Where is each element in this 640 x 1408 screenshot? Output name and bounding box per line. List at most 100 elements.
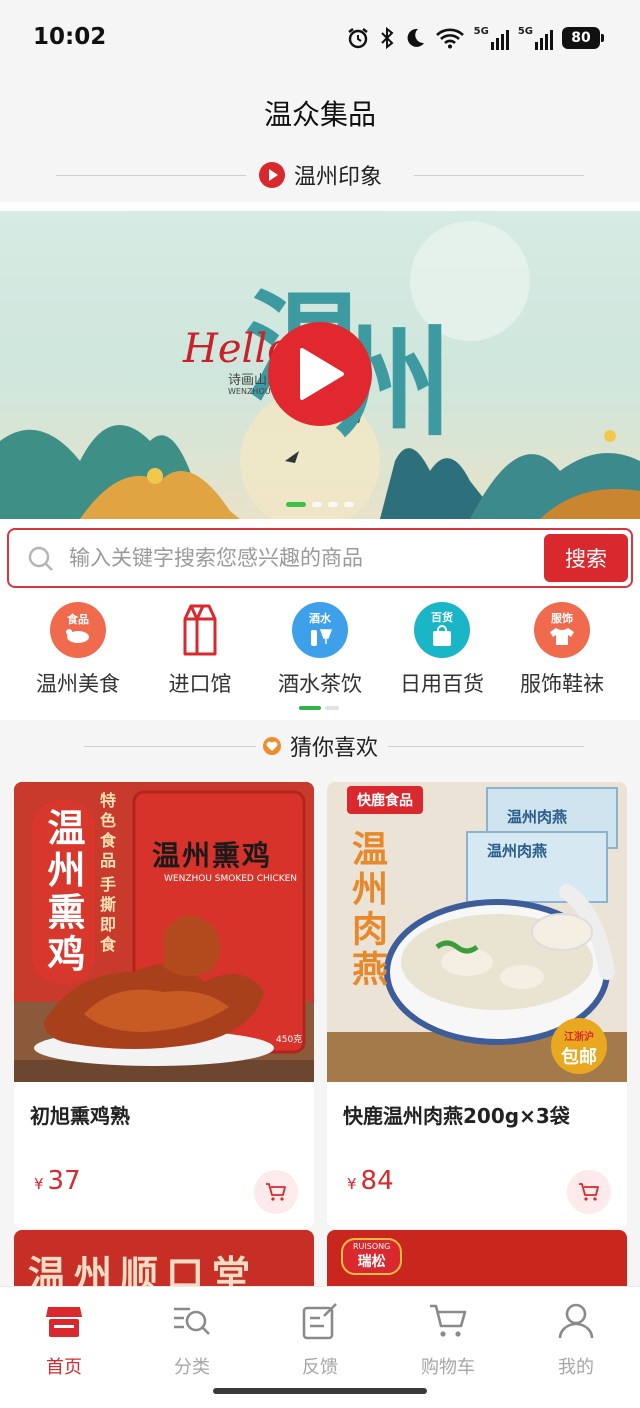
category-badge-daily: 百货: [431, 611, 453, 624]
cart-icon: [579, 1183, 599, 1201]
price-value: 84: [360, 1166, 394, 1196]
tab-label: 反馈: [302, 1357, 338, 1378]
food-icon: 食品: [50, 602, 106, 658]
product-image-pack-sub: WENZHOU SMOKED CHICKEN: [164, 874, 298, 884]
bluetooth-icon: [380, 26, 394, 50]
product-price: ¥ 37: [34, 1166, 81, 1196]
moon-icon: [407, 28, 424, 47]
category-wenzhou-food[interactable]: 食品 温州美食: [16, 598, 140, 702]
pager-dot: [328, 502, 338, 507]
product-image-tag-1: 特色食品: [97, 792, 116, 872]
product-image: 温州熏鸡 特色食品 手撕即食 温州熏鸡 WENZHOU SMOKED CHICK…: [14, 782, 314, 1082]
product-card-partial[interactable]: RUISONG 瑞松: [327, 1230, 627, 1286]
play-circle-icon: [258, 162, 285, 188]
tab-category[interactable]: 分类: [128, 1299, 256, 1379]
category-label: 日用百货: [400, 672, 484, 696]
status-time: 10:02: [33, 24, 107, 50]
cart-icon: [266, 1183, 286, 1201]
product-image-brand: 快鹿食品: [347, 786, 423, 814]
pager-dot: [312, 502, 322, 507]
pager-dot: [344, 502, 354, 507]
signal-2-icon: 5G: [518, 26, 553, 50]
product-image-pack-title: 温州熏鸡: [152, 839, 273, 872]
product-image-pack-title-1: 温州肉燕: [507, 808, 568, 826]
category-search-icon: [128, 1299, 256, 1343]
tab-feedback[interactable]: 反馈: [256, 1299, 384, 1379]
category-pager-active: [299, 706, 321, 710]
divider-left: [56, 175, 246, 176]
product-image-weight: 450克: [276, 1035, 303, 1045]
signal-2-label: 5G: [517, 26, 533, 37]
tab-label: 购物车: [421, 1357, 475, 1378]
product-image-brand-en: RUISONG: [353, 1242, 391, 1251]
tab-label: 我的: [558, 1357, 594, 1378]
divider-right: [388, 746, 584, 747]
signal-1-label: 5G: [473, 26, 489, 37]
status-icons: 5G 5G 80: [346, 24, 604, 52]
signal-1-icon: 5G: [474, 26, 509, 50]
category-daily-goods[interactable]: 百货 日用百货: [380, 598, 504, 702]
category-nav: 食品 温州美食 进口馆 酒水 酒水茶饮 百货 日用百货 服饰 服饰鞋袜: [0, 598, 640, 722]
product-image-brand: RUISONG 瑞松: [341, 1238, 403, 1275]
category-badge-food: 食品: [67, 613, 89, 626]
shopping-bag-icon: 百货: [414, 602, 470, 658]
category-pager: [299, 706, 339, 710]
product-card-partial[interactable]: 温州顺口堂: [14, 1230, 314, 1286]
page-title: 温众集品: [263, 98, 376, 131]
price-value: 37: [47, 1166, 81, 1196]
battery-icon: 80: [562, 27, 604, 49]
pager-dot-active: [286, 502, 306, 507]
category-pager-dot: [325, 706, 339, 710]
divider-left: [84, 746, 260, 747]
product-image-title: 温州顺口堂: [28, 1252, 259, 1286]
category-label: 进口馆: [168, 672, 232, 696]
product-price: ¥ 84: [347, 1166, 394, 1196]
battery-level: 80: [571, 30, 591, 46]
profile-icon: [512, 1299, 640, 1343]
cart-icon: [384, 1299, 512, 1343]
product-image-stamp-top: 江浙沪: [564, 1032, 594, 1043]
category-clothing[interactable]: 服饰 服饰鞋袜: [500, 598, 624, 702]
play-button[interactable]: [268, 322, 372, 426]
product-grid: 温州熏鸡 特色食品 手撕即食 温州熏鸡 WENZHOU SMOKED CHICK…: [0, 770, 640, 1286]
product-name: 初旭熏鸡熟: [30, 1104, 130, 1128]
video-section-heading: 温州印象: [0, 148, 640, 202]
product-card[interactable]: 快鹿食品 温州肉燕 温州肉燕 温州肉燕 江浙沪 包邮 快鹿温州肉燕200g×3袋…: [327, 782, 627, 1228]
add-to-cart-button[interactable]: [567, 1170, 611, 1214]
category-import[interactable]: 进口馆: [138, 598, 262, 702]
page-header: 温众集品: [0, 78, 640, 148]
shop-icon: [0, 1299, 128, 1343]
recommend-title: 猜你喜欢: [289, 736, 378, 761]
category-badge-drinks: 酒水: [309, 612, 331, 625]
banner-pager: [286, 502, 354, 507]
tab-label: 首页: [46, 1357, 82, 1378]
category-badge-clothing: 服饰: [551, 612, 573, 625]
milk-carton-icon: [172, 602, 228, 658]
tab-profile[interactable]: 我的: [512, 1299, 640, 1379]
price-currency: ¥: [347, 1175, 357, 1193]
feedback-icon: [256, 1299, 384, 1343]
product-card[interactable]: 温州熏鸡 特色食品 手撕即食 温州熏鸡 WENZHOU SMOKED CHICK…: [14, 782, 314, 1228]
search-bar: 搜索: [7, 528, 633, 588]
search-input[interactable]: [69, 540, 539, 576]
add-to-cart-button[interactable]: [254, 1170, 298, 1214]
clothes-icon: 服饰: [534, 602, 590, 658]
product-image-vertical-title: 温州熏鸡: [32, 800, 95, 984]
home-indicator[interactable]: [213, 1388, 427, 1394]
play-icon: [300, 348, 344, 400]
search-button[interactable]: 搜索: [544, 534, 628, 582]
category-drinks[interactable]: 酒水 酒水茶饮: [258, 598, 382, 702]
product-image-vertical-title: 温州肉燕: [346, 830, 388, 990]
tab-label: 分类: [174, 1357, 210, 1378]
product-image-stamp-text: 包邮: [561, 1047, 597, 1068]
product-name: 快鹿温州肉燕200g×3袋: [343, 1104, 570, 1128]
category-label: 服饰鞋袜: [520, 672, 604, 696]
product-image-tag-2: 手撕即食: [97, 876, 116, 956]
status-bar: 10:02 5G 5G 80: [0, 0, 640, 78]
tab-home[interactable]: 首页: [0, 1299, 128, 1379]
tab-cart[interactable]: 购物车: [384, 1299, 512, 1379]
product-image-brand-cn: 瑞松: [357, 1254, 386, 1270]
product-image-stamp: 江浙沪 包邮: [551, 1018, 607, 1074]
category-label: 温州美食: [36, 672, 120, 696]
heart-icon: [262, 737, 281, 755]
